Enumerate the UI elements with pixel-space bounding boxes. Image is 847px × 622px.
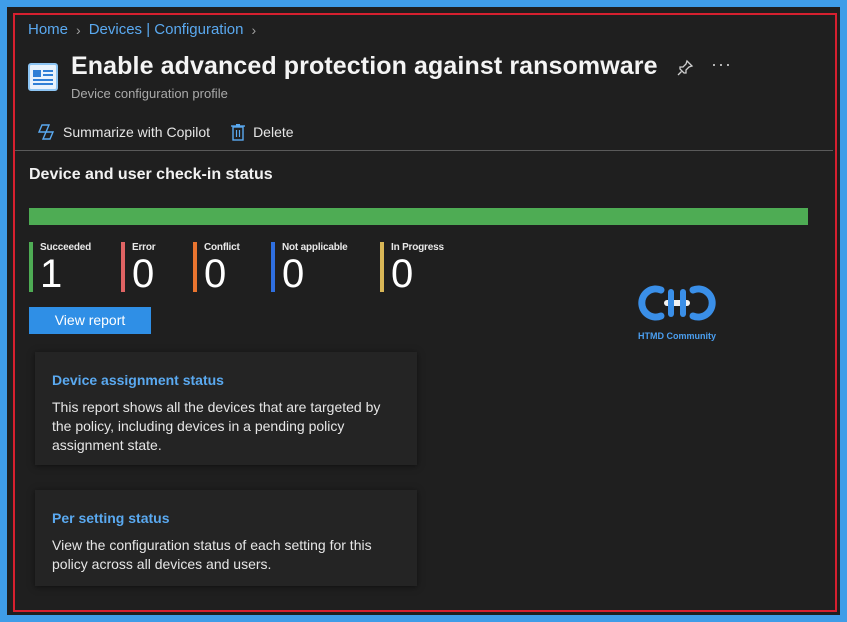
watermark-text: HTMD Community: [638, 331, 716, 341]
copilot-label: Summarize with Copilot: [63, 124, 211, 140]
htmd-logo: HTMD Community: [635, 282, 719, 342]
progress-fill: [29, 208, 808, 225]
command-bar: Summarize with Copilot Delete: [36, 123, 314, 141]
view-report-button[interactable]: View report: [29, 307, 151, 334]
card-description: View the configuration status of each se…: [52, 537, 372, 572]
stat-error: Error 0: [121, 242, 156, 296]
pin-icon[interactable]: [676, 59, 694, 77]
profile-document-icon: [28, 63, 58, 91]
breadcrumb-home[interactable]: Home: [28, 21, 68, 38]
stat-value: 0: [132, 252, 155, 296]
stat-value: 1: [40, 252, 63, 296]
stat-in-progress: In Progress 0: [380, 242, 444, 296]
trash-icon: [231, 124, 246, 141]
summarize-copilot-button[interactable]: Summarize with Copilot: [36, 123, 210, 141]
checkin-progress-bar: [29, 208, 808, 225]
chevron-right-icon: ›: [251, 21, 257, 38]
delete-label: Delete: [253, 124, 294, 140]
card-title[interactable]: Device assignment status: [52, 372, 401, 388]
stat-succeeded: Succeeded 1: [29, 242, 91, 296]
stat-conflict: Conflict 0: [193, 242, 240, 296]
card-title[interactable]: Per setting status: [52, 510, 401, 526]
stat-value: 0: [204, 252, 227, 296]
chevron-right-icon: ›: [76, 21, 81, 38]
delete-button[interactable]: Delete: [230, 123, 294, 141]
breadcrumb: Home › Devices | Configuration ›: [28, 21, 256, 38]
copilot-icon: [37, 124, 55, 140]
breadcrumb-devices-configuration[interactable]: Devices | Configuration: [89, 21, 244, 38]
stat-value: 0: [391, 252, 414, 296]
page-subtitle: Device configuration profile: [71, 86, 228, 101]
card-device-assignment-status[interactable]: Device assignment status This report sho…: [35, 352, 417, 465]
more-options-icon[interactable]: ···: [711, 54, 732, 75]
card-description: This report shows all the devices that a…: [52, 399, 381, 453]
stat-value: 0: [282, 252, 305, 296]
card-per-setting-status[interactable]: Per setting status View the configuratio…: [35, 490, 417, 586]
toolbar-divider: [15, 150, 833, 151]
page-title: Enable advanced protection against ranso…: [71, 52, 658, 80]
htmd-logo-icon: [638, 285, 716, 321]
stat-not-applicable: Not applicable 0: [271, 242, 348, 296]
checkin-status-heading: Device and user check-in status: [29, 166, 273, 183]
